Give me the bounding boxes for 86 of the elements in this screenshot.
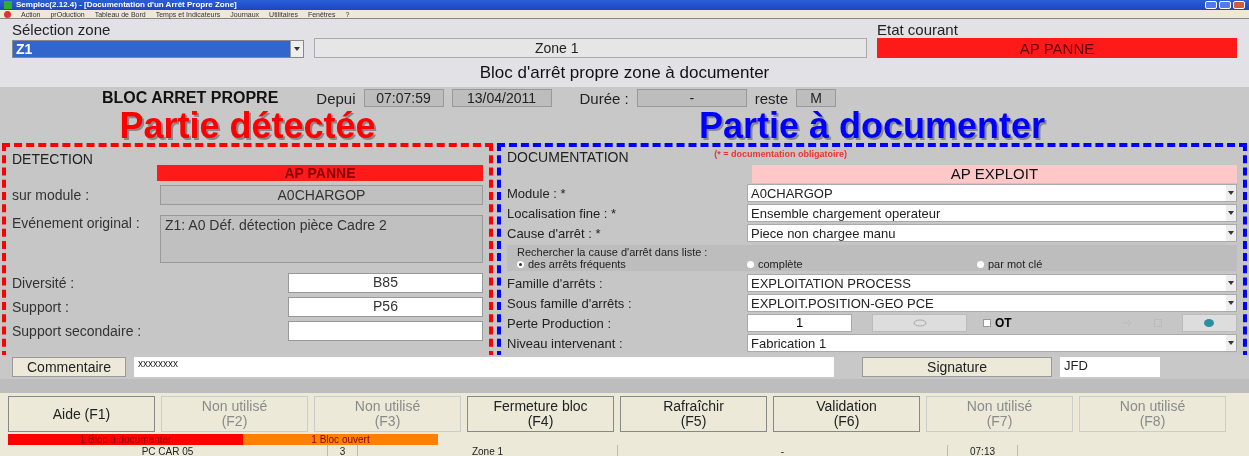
status-indicator: 1 Bloc ouvert: [243, 434, 438, 445]
duration-label: Durée :: [579, 89, 629, 107]
minimize-button[interactable]: [1205, 1, 1217, 9]
status-cell: -: [618, 445, 948, 456]
text-field[interactable]: B85: [288, 273, 483, 293]
field-label: Famille d'arrêts :: [507, 275, 604, 291]
function-key-button[interactable]: Validation (F6): [773, 396, 920, 432]
radio-option[interactable]: des arrêts fréquents: [517, 258, 747, 270]
signature-button[interactable]: Signature: [862, 357, 1053, 377]
signature-field[interactable]: JFD: [1060, 357, 1161, 377]
caret-icon: [1228, 231, 1234, 235]
state-indicator: AP EXPLOIT: [752, 165, 1237, 183]
annotation-text: Partie détectée: [119, 109, 376, 143]
checkbox-label: OT: [995, 316, 1012, 330]
caret-icon: [1228, 211, 1234, 215]
eye-icon: [912, 319, 927, 327]
dropdown-field[interactable]: EXPLOIT.POSITION-GEO PCE: [747, 294, 1237, 312]
function-key-button[interactable]: Rafraîchir (F5): [620, 396, 767, 432]
search-label: Rechercher la cause d'arrêt dans liste :: [517, 246, 709, 258]
required-note: (* = documentation obligatoire): [714, 149, 847, 161]
text-field[interactable]: P56: [288, 297, 483, 317]
section-title: DOCUMENTATION: [507, 149, 629, 165]
number-field[interactable]: 1: [747, 314, 852, 332]
radio-option[interactable]: par mot clé: [977, 258, 1177, 270]
function-key-button[interactable]: Aide (F1): [8, 396, 155, 432]
close-button[interactable]: [1233, 1, 1245, 9]
globe-button[interactable]: [1181, 314, 1237, 332]
maximize-button[interactable]: [1219, 1, 1231, 9]
readonly-field: Z1: A0 Déf. détection pièce Cadre 2: [160, 215, 483, 263]
section-title: DETECTION: [12, 151, 94, 167]
field-label: Cause d'arrêt : *: [507, 225, 602, 241]
date-field: 13/04/2011: [451, 89, 552, 107]
dropdown-field[interactable]: EXPLOITATION PROCESS: [747, 274, 1237, 292]
field-label: Perte Production :: [507, 315, 613, 331]
globe-icon: [1203, 318, 1216, 328]
zone-name-field: Zone 1: [314, 38, 867, 58]
status-cell: 07:13: [948, 445, 1018, 456]
state-indicator: AP PANNE: [157, 165, 483, 181]
status-cell: Zone 1: [358, 445, 618, 456]
since-label: Depui: [316, 89, 356, 107]
caret-icon: [1228, 281, 1234, 285]
annotation-text: Partie à documenter: [698, 109, 1046, 143]
dropdown-field[interactable]: Piece non chargee manu: [747, 224, 1237, 242]
dropdown-field[interactable]: Fabrication 1: [747, 334, 1237, 352]
status-cell: PC CAR 05: [8, 445, 328, 456]
radio-button[interactable]: [747, 260, 754, 268]
state-indicator: AP PANNE: [877, 38, 1237, 58]
comment-field[interactable]: xxxxxxxx: [134, 357, 835, 377]
status-indicator: 1 Bloc à documenter: [8, 434, 243, 445]
caret-icon: [1228, 301, 1234, 305]
zone-label: Sélection zone: [12, 21, 112, 38]
field-label: Evénement original :: [12, 215, 141, 231]
field-label: Support secondaire :: [12, 323, 143, 339]
function-key-button[interactable]: Fermeture bloc (F4): [467, 396, 614, 432]
readonly-field: A0CHARGOP: [160, 185, 483, 205]
field-label: Niveau intervenant :: [507, 335, 624, 351]
caret-icon: [1228, 341, 1234, 345]
caret-icon: [1228, 191, 1234, 195]
radio-button[interactable]: [517, 260, 524, 268]
zone-dropdown[interactable]: Z1: [12, 40, 304, 58]
block-title: BLOC ARRET PROPRE: [102, 89, 279, 107]
status-cell: 3: [328, 445, 358, 456]
dropdown-field[interactable]: A0CHARGOP: [747, 184, 1237, 202]
text-field[interactable]: [288, 321, 483, 341]
caret-icon: [294, 47, 300, 51]
comment-button[interactable]: Commentaire: [12, 357, 127, 377]
field-label: Sous famille d'arrêts :: [507, 295, 633, 311]
app-menu-icon[interactable]: [4, 10, 11, 18]
radio-option[interactable]: complète: [747, 258, 977, 270]
remaining-field: M: [796, 89, 837, 107]
time-field: 07:07:59: [363, 89, 444, 107]
radio-button[interactable]: [977, 260, 984, 268]
field-label: Diversité :: [12, 275, 76, 291]
field-label: Support :: [12, 299, 70, 315]
app-icon: [4, 1, 12, 9]
banner-text: Bloc d'arrêt propre zone à documenter: [478, 62, 771, 84]
eye-button[interactable]: [872, 314, 967, 332]
field-label: Module : *: [507, 185, 567, 201]
field-label: Localisation fine : *: [507, 205, 618, 221]
state-label: Etat courant: [877, 21, 959, 38]
field-label: sur module :: [12, 187, 91, 203]
duration-field: -: [636, 89, 747, 107]
window-title: Semploc(2.12.4) - [Documentation d'un Arrêt Propre Zone]: [16, 0, 237, 10]
ot-checkbox[interactable]: [983, 319, 991, 327]
dropdown-field[interactable]: Ensemble chargement operateur: [747, 204, 1237, 222]
remaining-label: reste: [754, 89, 789, 107]
